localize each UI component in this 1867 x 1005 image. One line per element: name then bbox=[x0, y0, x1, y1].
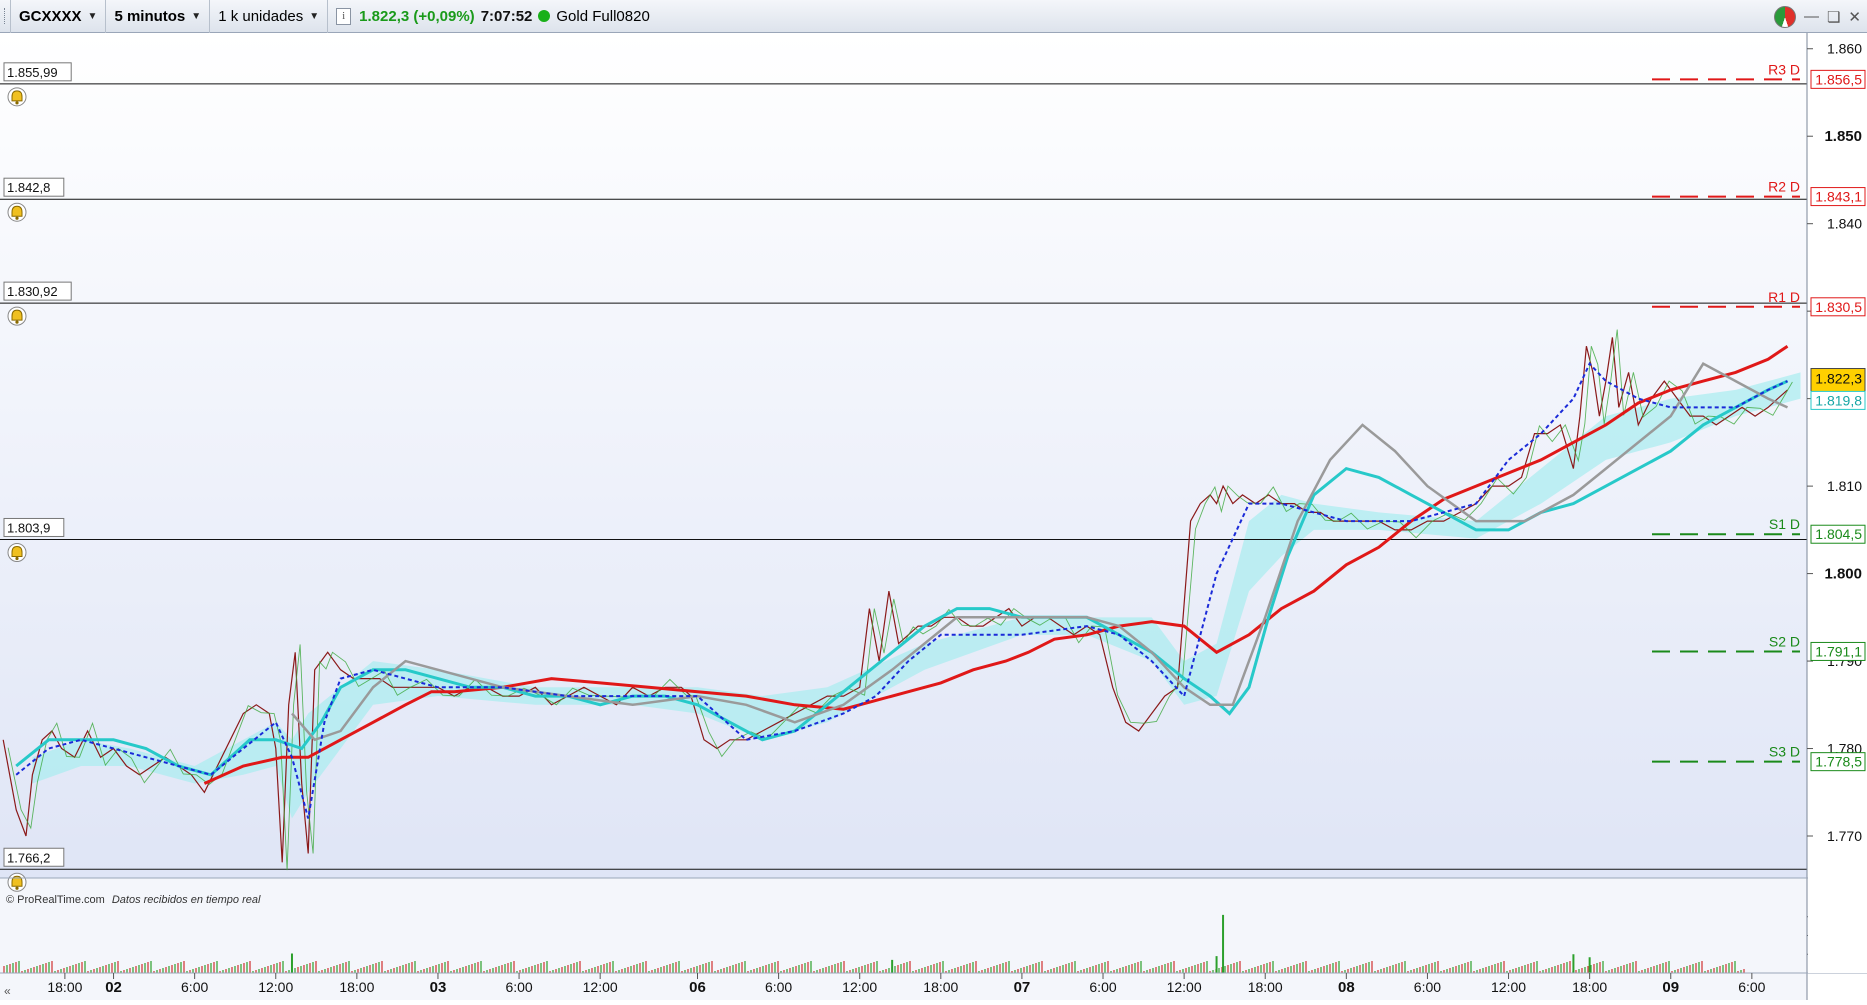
last-price: 1.822,3 (+0,09%) bbox=[359, 8, 475, 25]
restore-icon[interactable]: ❏ bbox=[1827, 8, 1840, 26]
pivot-label: R2 D bbox=[1768, 179, 1800, 195]
time-tick-label: 18:00 bbox=[339, 979, 374, 995]
price-tick-label: 1.810 bbox=[1827, 478, 1862, 494]
time-tick-label: 03 bbox=[430, 979, 447, 996]
bell-icon[interactable] bbox=[7, 202, 27, 222]
time-tick-label: 07 bbox=[1014, 979, 1031, 996]
ma-value-tag: 1.819,8 bbox=[1815, 392, 1862, 408]
price-tick-label: 1.860 bbox=[1827, 41, 1862, 57]
status-dot-icon bbox=[538, 10, 551, 22]
price-chart[interactable]: 1.855,99 1.842,8 1.830,92 1.803,9 1.766,2 R3… bbox=[0, 33, 1867, 1000]
alert-line-label: 1.830,92 bbox=[7, 284, 58, 299]
time-tick-label: 18:00 bbox=[923, 979, 958, 995]
time-tick-label: 6:00 bbox=[765, 979, 792, 995]
time-tick-label: 12:00 bbox=[1491, 979, 1526, 995]
units-label: 1 k unidades bbox=[218, 7, 304, 25]
bell-icon-body bbox=[11, 545, 23, 557]
clock: 7:07:52 bbox=[480, 7, 533, 25]
info-icon[interactable]: i bbox=[336, 7, 352, 25]
time-tick-label: 09 bbox=[1662, 979, 1679, 996]
time-tick-label: 18:00 bbox=[1248, 979, 1283, 995]
window-controls: — ❏ ✕ bbox=[1773, 0, 1861, 33]
pivot-tag: 1.830,5 bbox=[1815, 299, 1862, 315]
toolbar: GCXXXX ▼ 5 minutos ▼ 1 k unidades ▼ i 1.… bbox=[0, 0, 1867, 33]
pivot-label: S1 D bbox=[1769, 516, 1800, 532]
time-tick-label: 6:00 bbox=[1089, 979, 1116, 995]
timeframe-label: 5 minutos bbox=[114, 7, 186, 25]
time-tick-label: 12:00 bbox=[258, 979, 293, 995]
time-tick-label: 6:00 bbox=[181, 979, 208, 995]
current-price-tag: 1.822,3 bbox=[1815, 371, 1862, 387]
pivot-tag: 1.843,1 bbox=[1815, 189, 1862, 205]
alert-line-label: 1.803,9 bbox=[7, 520, 50, 535]
bell-icon-clapper bbox=[15, 886, 19, 890]
timeframe-selector[interactable]: 5 minutos ▼ bbox=[106, 0, 211, 33]
bell-icon-clapper bbox=[15, 101, 19, 105]
bell-icon-clapper bbox=[15, 556, 19, 561]
product-name: Gold Full0820 bbox=[556, 7, 650, 25]
price-tick-label: 1.840 bbox=[1827, 216, 1862, 232]
footer-source: © ProRealTime.com bbox=[6, 894, 105, 906]
bell-icon-clapper bbox=[15, 320, 19, 324]
time-tick-label: 6:00 bbox=[505, 979, 532, 995]
close-icon[interactable]: ✕ bbox=[1848, 8, 1861, 26]
time-tick-label: 12:00 bbox=[583, 979, 618, 995]
price-tick-label: 1.850 bbox=[1824, 128, 1862, 145]
quote-strip: i 1.822,3 (+0,09%) 7:07:52 Gold Full0820 bbox=[328, 0, 658, 33]
time-tick-label: 08 bbox=[1338, 979, 1355, 996]
price-tick-label: 1.800 bbox=[1824, 566, 1862, 583]
pivot-tag: 1.791,1 bbox=[1815, 643, 1862, 659]
chart-area[interactable]: 1.855,99 1.842,8 1.830,92 1.803,9 1.766,2 R3… bbox=[0, 33, 1867, 1000]
chevron-down-icon: ▼ bbox=[309, 10, 320, 22]
price-tick-label: 1.770 bbox=[1827, 828, 1862, 844]
footer-status: Datos recibidos en tiempo real bbox=[112, 894, 261, 906]
footer-text: © ProRealTime.com Datos recibidos en tie… bbox=[6, 894, 261, 906]
pivot-tag: 1.778,5 bbox=[1815, 754, 1862, 770]
toolbar-grip[interactable] bbox=[0, 0, 11, 33]
alert-line-label: 1.766,2 bbox=[7, 850, 50, 865]
units-selector[interactable]: 1 k unidades ▼ bbox=[210, 0, 329, 33]
instrument-label: GCXXXX bbox=[19, 7, 82, 25]
time-tick-label: 18:00 bbox=[47, 979, 82, 995]
time-tick-label: 6:00 bbox=[1738, 979, 1765, 995]
pivot-label: S3 D bbox=[1769, 744, 1800, 760]
minimize-icon[interactable]: — bbox=[1804, 8, 1819, 25]
price-axis[interactable]: 1.8601.8501.8401.8301.8201.8101.8001.790… bbox=[1807, 33, 1867, 973]
pivot-tag: 1.856,5 bbox=[1815, 71, 1862, 87]
alert-line-label: 1.842,8 bbox=[7, 180, 50, 195]
alert-line-label: 1.855,99 bbox=[7, 65, 58, 80]
time-tick-label: 18:00 bbox=[1572, 979, 1607, 995]
bell-icon[interactable] bbox=[7, 87, 27, 107]
bell-icon-clapper bbox=[15, 216, 19, 220]
last-price-value: 1.822,3 bbox=[359, 7, 410, 25]
refresh-icon[interactable] bbox=[1773, 5, 1796, 28]
bell-icon-body bbox=[11, 309, 23, 321]
chevron-down-icon: ▼ bbox=[191, 10, 202, 22]
time-tick-label: 12:00 bbox=[1167, 979, 1202, 995]
time-tick-label: 06 bbox=[689, 979, 706, 996]
pivot-label: R1 D bbox=[1768, 289, 1800, 305]
instrument-selector[interactable]: GCXXXX ▼ bbox=[11, 0, 107, 33]
time-tick-label: 6:00 bbox=[1414, 979, 1441, 995]
pivot-tag: 1.804,5 bbox=[1815, 526, 1862, 542]
bell-icon-body bbox=[11, 90, 23, 102]
bell-icon[interactable] bbox=[7, 542, 27, 562]
time-tick-label: 12:00 bbox=[842, 979, 877, 995]
chevron-down-icon: ▼ bbox=[87, 10, 98, 22]
time-tick-label: 02 bbox=[105, 979, 122, 996]
bell-icon-body bbox=[11, 205, 23, 217]
pivot-label: S2 D bbox=[1769, 633, 1800, 649]
bell-icon[interactable] bbox=[7, 872, 27, 892]
scroll-left-icon[interactable]: « bbox=[4, 984, 11, 998]
pivot-label: R3 D bbox=[1768, 61, 1800, 77]
bell-icon[interactable] bbox=[7, 306, 27, 326]
price-change: (+0,09%) bbox=[413, 7, 475, 25]
